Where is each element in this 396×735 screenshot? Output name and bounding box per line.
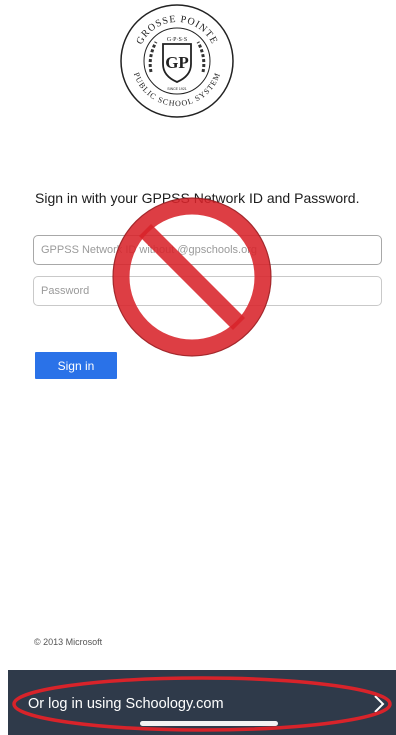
logo-inner-text: G·P·S·S [167, 37, 187, 43]
logo-since-text: SINCE 1921 [167, 87, 187, 91]
network-id-input[interactable] [33, 235, 382, 265]
chevron-right-icon [372, 694, 386, 714]
home-indicator[interactable] [140, 721, 278, 726]
password-input[interactable] [33, 276, 382, 306]
schoology-login-link[interactable]: Or log in using Schoology.com [20, 684, 390, 724]
signin-instructions: Sign in with your GPPSS Network ID and P… [35, 190, 360, 206]
copyright-text: © 2013 Microsoft [34, 637, 103, 647]
sign-in-button[interactable]: Sign in [35, 352, 117, 379]
logo-monogram: GP [165, 53, 189, 72]
district-logo-seal: GROSSE POINTE PUBLIC SCHOOL SYSTEM GP G·… [118, 2, 236, 120]
schoology-link-label: Or log in using Schoology.com [28, 696, 224, 712]
